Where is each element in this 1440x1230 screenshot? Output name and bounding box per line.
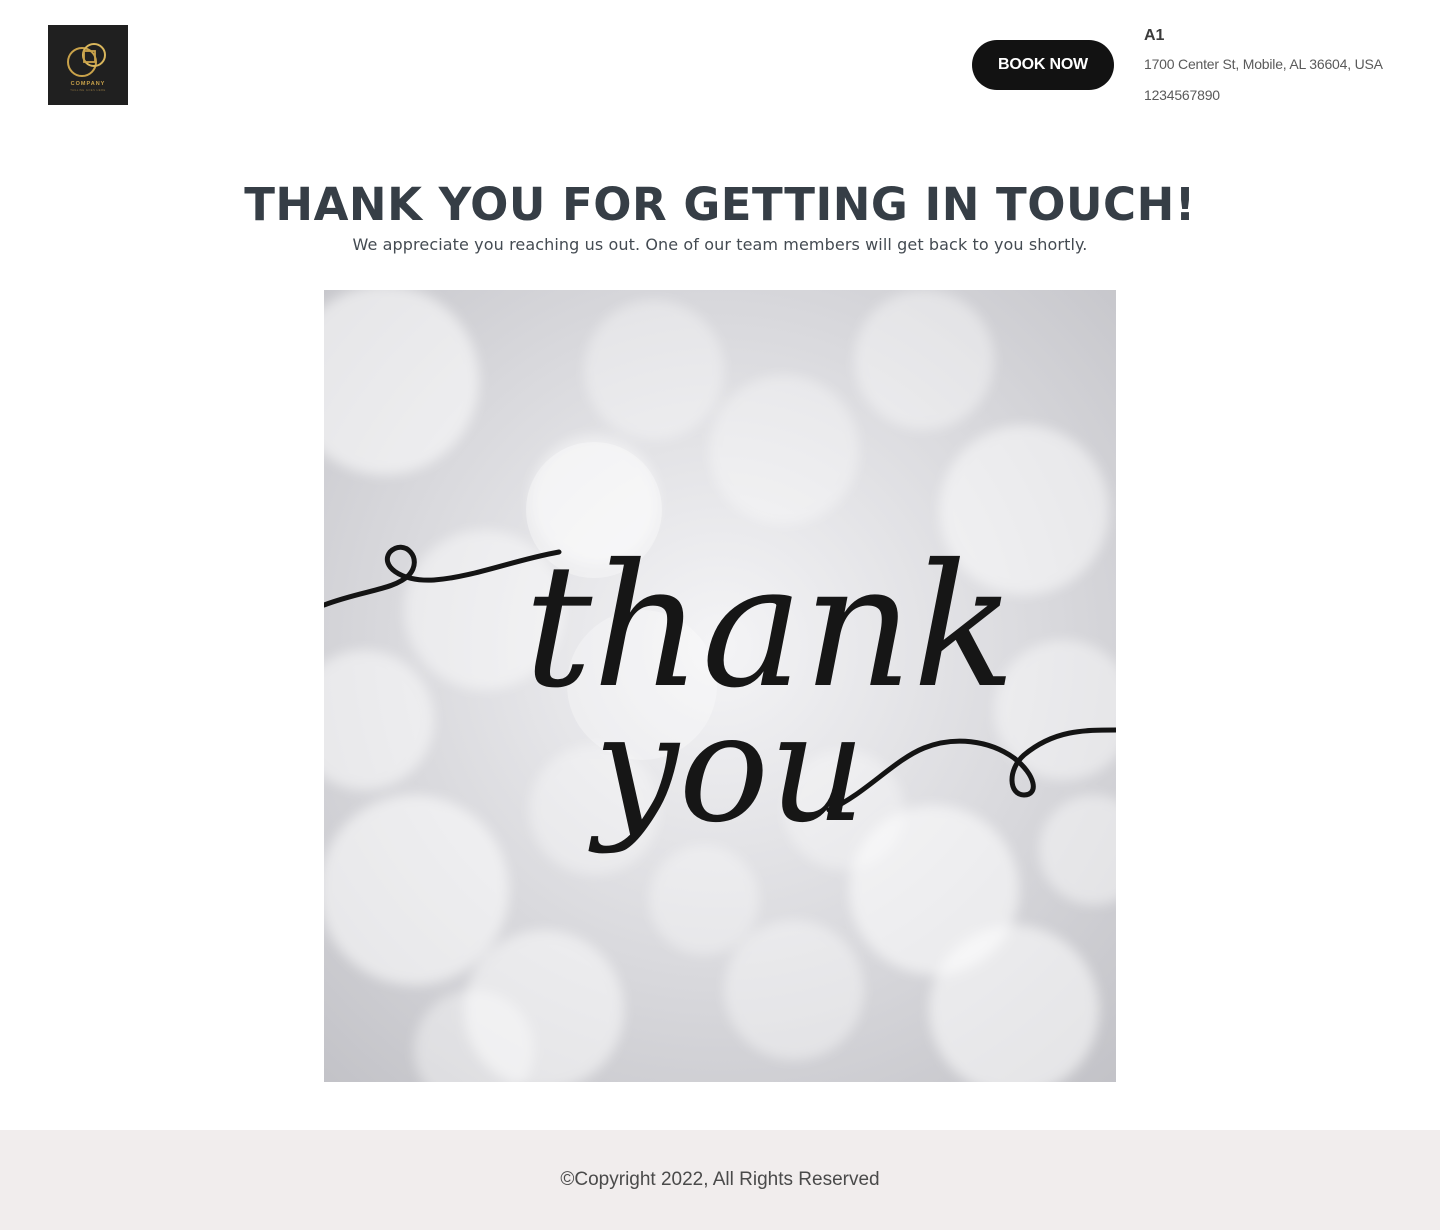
contact-info: A1 1700 Center St, Mobile, AL 36604, USA… (1144, 24, 1414, 105)
book-now-button[interactable]: BOOK NOW (972, 40, 1114, 90)
page-subtitle: We appreciate you reaching us out. One o… (352, 235, 1088, 254)
you-script-text: you (588, 682, 866, 856)
logo-text: COMPANY (71, 81, 106, 87)
thank-you-image: thank you (324, 290, 1116, 1082)
site-header: COMPANY TAGLINE GOES HERE BOOK NOW A1 17… (0, 0, 1440, 130)
interlocking-circle-square-logo-icon: COMPANY TAGLINE GOES HERE (67, 43, 106, 92)
thank-you-illustration: thank you (324, 290, 1116, 1082)
site-footer: ©Copyright 2022, All Rights Reserved (0, 1130, 1440, 1230)
contact-address: 1700 Center St, Mobile, AL 36604, USA (1144, 56, 1383, 72)
page-title: THANK YOU FOR GETTING IN TOUCH! (244, 178, 1196, 231)
contact-phone[interactable]: 1234567890 (1144, 85, 1414, 105)
logo-tagline: TAGLINE GOES HERE (70, 88, 106, 92)
contact-name: A1 (1144, 27, 1165, 44)
company-logo[interactable]: COMPANY TAGLINE GOES HERE (48, 25, 128, 105)
copyright-text: ©Copyright 2022, All Rights Reserved (560, 1169, 880, 1190)
